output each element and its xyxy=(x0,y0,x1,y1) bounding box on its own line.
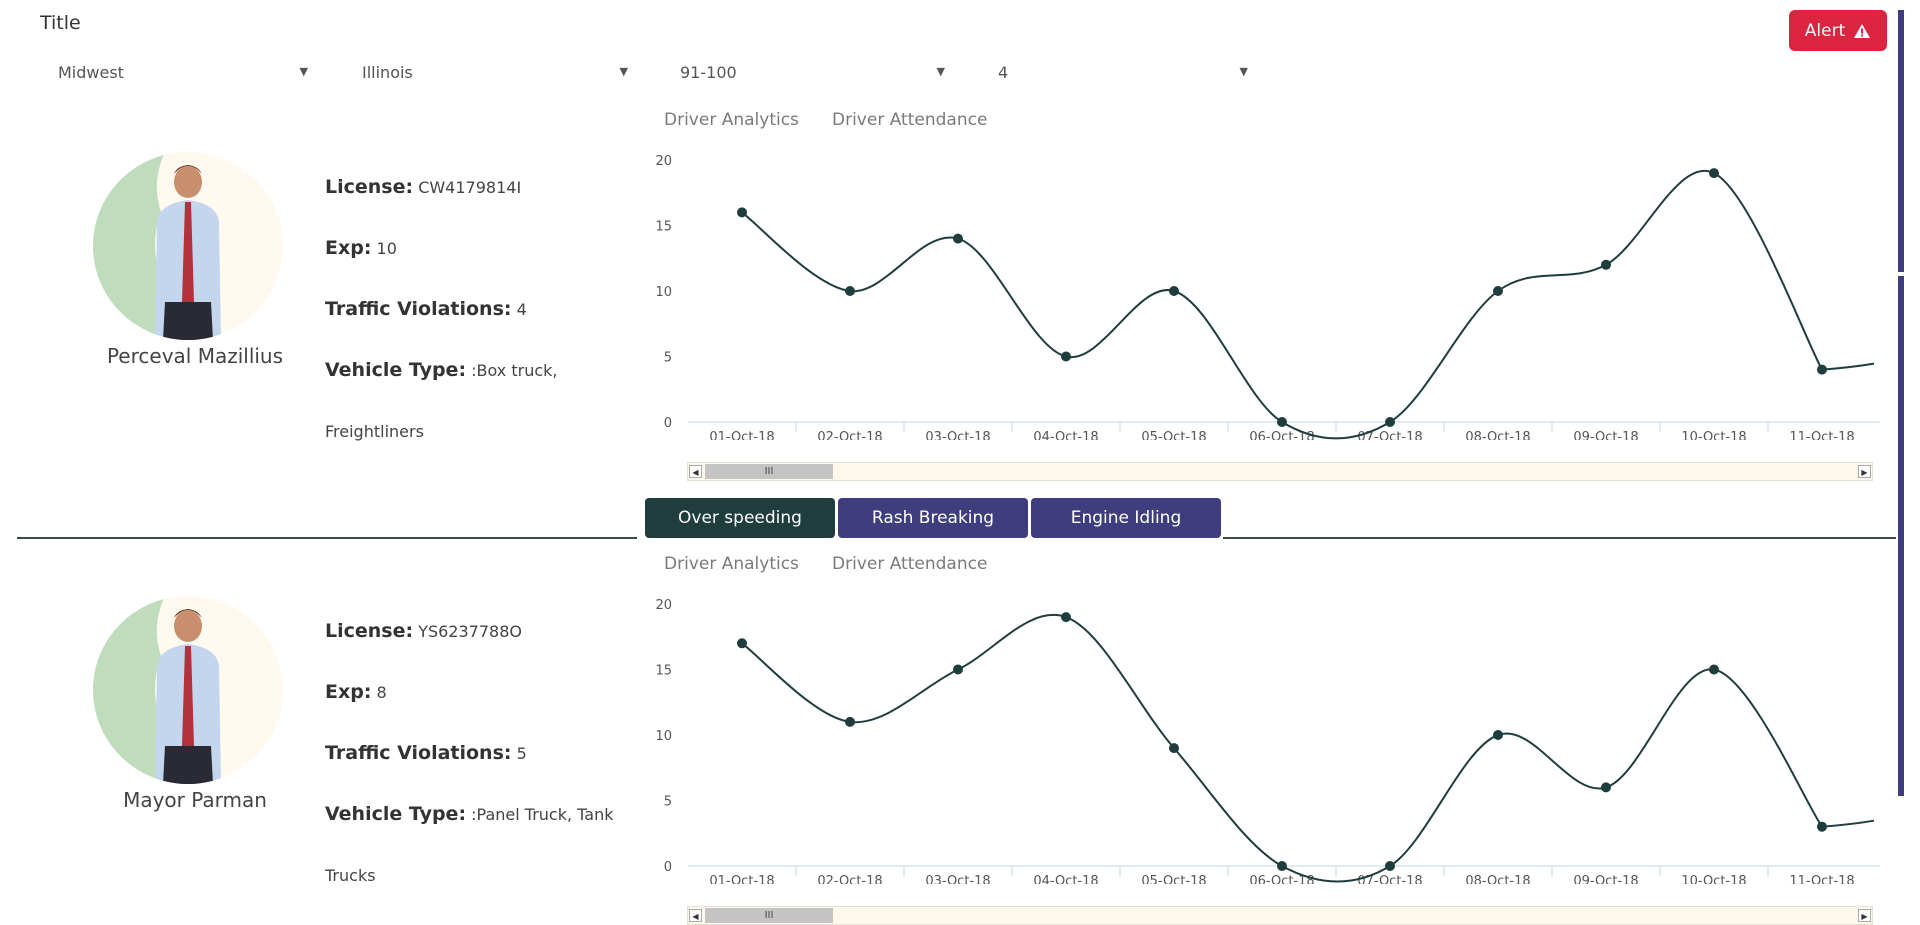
data-point xyxy=(1277,861,1287,871)
x-tick-label: 04-Oct-18 xyxy=(1033,430,1098,440)
data-point xyxy=(737,638,747,649)
data-point xyxy=(845,286,855,296)
license-value: YS6237788O xyxy=(418,622,522,641)
x-tick-label: 06-Oct-18 xyxy=(1249,430,1314,440)
x-tick-label: 03-Oct-18 xyxy=(925,874,990,884)
y-tick-label: 5 xyxy=(664,795,672,810)
x-tick-label: 08-Oct-18 xyxy=(1465,874,1530,884)
exp-value: 10 xyxy=(376,239,397,258)
x-tick-label: 09-Oct-18 xyxy=(1573,874,1638,884)
exp-value: 8 xyxy=(376,683,387,702)
data-point xyxy=(1169,743,1179,754)
scroll-thumb[interactable]: III xyxy=(705,908,833,923)
vehicle-label: Vehicle Type: xyxy=(325,803,467,825)
x-tick-label: 11-Oct-18 xyxy=(1789,430,1854,440)
right-edge-bar xyxy=(1898,276,1904,796)
violations-info: Traffic Violations: 5 xyxy=(325,742,527,764)
driver-avatar xyxy=(93,152,283,340)
y-tick-label: 0 xyxy=(664,860,672,875)
x-tick-label: 01-Oct-18 xyxy=(709,430,774,440)
x-tick-label: 02-Oct-18 xyxy=(817,430,882,440)
x-tick-label: 07-Oct-18 xyxy=(1357,874,1422,884)
y-tick-label: 0 xyxy=(664,416,672,431)
chart-scrollbar[interactable]: ◀ III ▶ xyxy=(687,906,1873,925)
license-label: License: xyxy=(325,620,414,642)
y-tick-label: 15 xyxy=(655,664,672,679)
data-point xyxy=(1709,664,1719,675)
x-tick-label: 01-Oct-18 xyxy=(709,874,774,884)
data-point xyxy=(1277,417,1287,427)
data-point xyxy=(1061,351,1071,362)
y-tick-label: 10 xyxy=(655,729,672,744)
vehicle-info: Vehicle Type: :Panel Truck, Tank xyxy=(325,803,614,825)
tab-driver-attendance[interactable]: Driver Attendance xyxy=(832,110,987,130)
tab-driver-attendance[interactable]: Driver Attendance xyxy=(832,554,987,574)
x-tick-label: 11-Oct-18 xyxy=(1789,874,1854,884)
exp-label: Exp: xyxy=(325,681,372,703)
tab-driver-analytics[interactable]: Driver Analytics xyxy=(664,554,799,574)
data-point xyxy=(1709,168,1719,179)
data-point xyxy=(953,233,963,244)
data-line xyxy=(741,614,1875,883)
x-tick-label: 05-Oct-18 xyxy=(1141,430,1206,440)
driver-line-chart: 0 5 10 15 20 01-Oct-18 02-Oct-18 03-Oct-18 04-Oc… xyxy=(655,598,1880,884)
license-info: License: CW4179814I xyxy=(325,176,521,198)
y-tick-label: 20 xyxy=(655,154,672,169)
data-point xyxy=(1061,612,1071,623)
y-tick-label: 10 xyxy=(655,285,672,300)
experience-info: Exp: 10 xyxy=(325,237,397,259)
data-point xyxy=(1169,286,1179,296)
violations-value: 4 xyxy=(516,300,527,319)
data-line xyxy=(741,169,1875,440)
violations-label: Traffic Violations: xyxy=(325,742,512,764)
vehicle-value: :Panel Truck, Tank xyxy=(471,805,614,824)
driver-avatar xyxy=(93,596,283,784)
data-point xyxy=(1493,730,1503,740)
right-edge-bar xyxy=(1898,10,1904,272)
scroll-left-icon[interactable]: ◀ xyxy=(689,909,702,922)
license-info: License: YS6237788O xyxy=(325,620,522,642)
x-tick-label: 05-Oct-18 xyxy=(1141,874,1206,884)
driver-card: Mayor Parman License: YS6237788O Exp: 8 … xyxy=(0,444,1890,925)
data-point xyxy=(1385,861,1395,871)
x-tick-label: 03-Oct-18 xyxy=(925,430,990,440)
exp-label: Exp: xyxy=(325,237,372,259)
scroll-right-icon[interactable]: ▶ xyxy=(1858,909,1871,922)
x-tick-label: 07-Oct-18 xyxy=(1357,430,1422,440)
vehicle-info-continued: Trucks xyxy=(325,866,376,885)
vehicle-info-continued: Freightliners xyxy=(325,422,424,441)
data-point xyxy=(737,207,747,218)
x-tick-label: 02-Oct-18 xyxy=(817,874,882,884)
experience-info: Exp: 8 xyxy=(325,681,387,703)
vehicle-value: :Box truck, xyxy=(471,361,558,380)
x-tick-label: 04-Oct-18 xyxy=(1033,874,1098,884)
y-tick-label: 15 xyxy=(655,220,672,235)
driver-card: Perceval Mazillius License: CW4179814I E… xyxy=(0,0,1890,481)
data-point xyxy=(845,716,855,727)
driver-name: Mayor Parman xyxy=(123,788,267,812)
data-point xyxy=(1817,364,1827,375)
data-point xyxy=(1385,417,1395,427)
violations-value: 5 xyxy=(516,744,527,763)
data-point xyxy=(1601,259,1611,270)
driver-line-chart: 0 5 10 15 20 01-Oct-18 02-Oct-18 03-Oct-18 04-Oc… xyxy=(655,154,1880,440)
vehicle-label: Vehicle Type: xyxy=(325,359,467,381)
vehicle-info: Vehicle Type: :Box truck, xyxy=(325,359,558,381)
tab-driver-analytics[interactable]: Driver Analytics xyxy=(664,110,799,130)
y-tick-label: 20 xyxy=(655,598,672,613)
driver-name: Perceval Mazillius xyxy=(106,344,284,368)
data-point xyxy=(1493,286,1503,296)
x-tick-label: 10-Oct-18 xyxy=(1681,430,1746,440)
data-point xyxy=(1817,821,1827,832)
x-tick-label: 09-Oct-18 xyxy=(1573,430,1638,440)
violations-info: Traffic Violations: 4 xyxy=(325,298,527,320)
x-tick-label: 10-Oct-18 xyxy=(1681,874,1746,884)
data-point xyxy=(1601,782,1611,793)
data-point xyxy=(953,664,963,675)
license-label: License: xyxy=(325,176,414,198)
y-tick-label: 5 xyxy=(664,351,672,366)
license-value: CW4179814I xyxy=(418,178,522,197)
x-tick-label: 08-Oct-18 xyxy=(1465,430,1530,440)
violations-label: Traffic Violations: xyxy=(325,298,512,320)
